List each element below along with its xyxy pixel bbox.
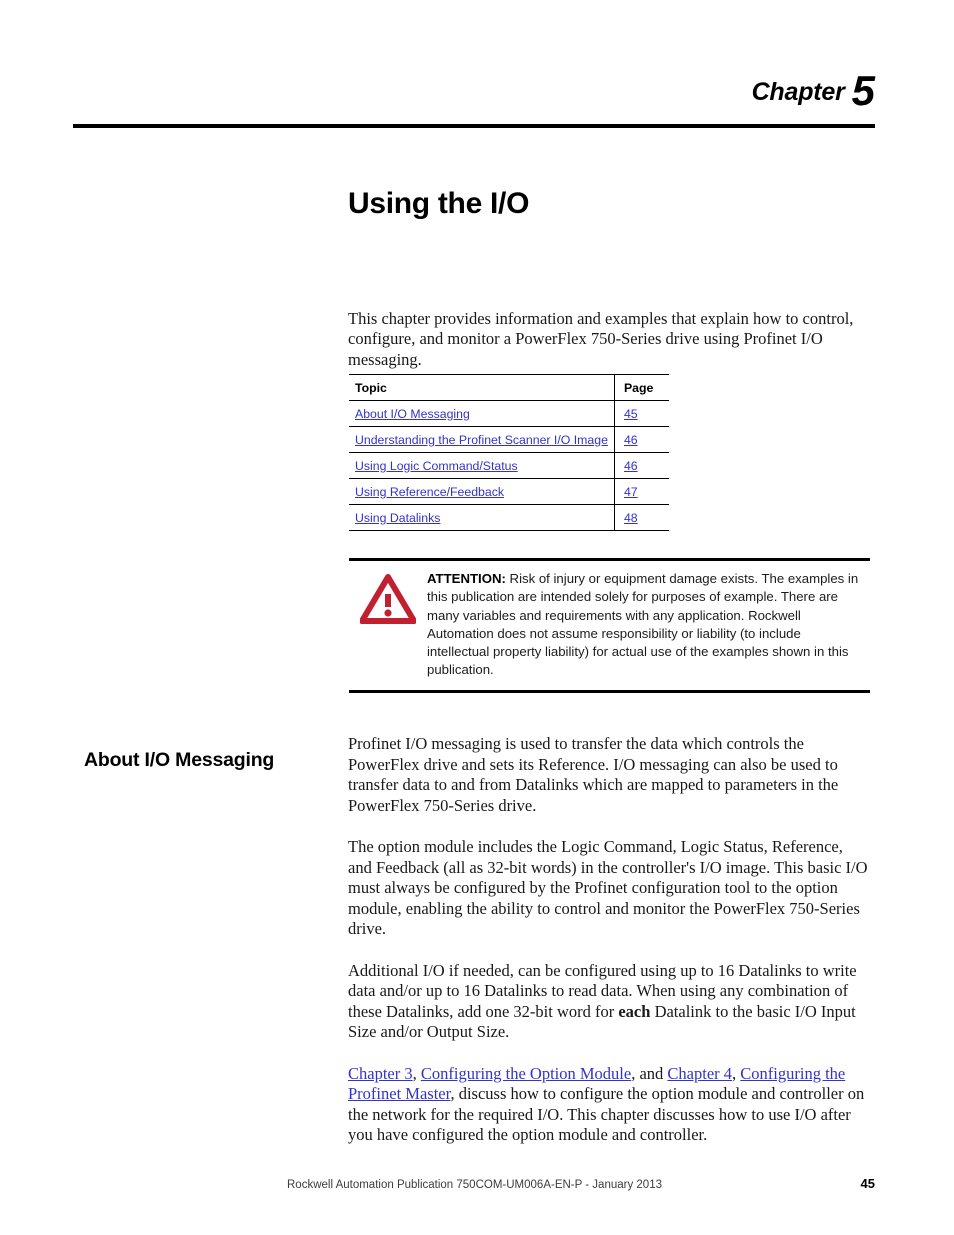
page-footer: Rockwell Automation Publication 750COM-U…: [287, 1176, 875, 1191]
topic-link[interactable]: Understanding the Profinet Scanner I/O I…: [355, 433, 608, 447]
paragraph-3-emphasis: each: [618, 1001, 651, 1021]
chapter-number: 5: [851, 67, 875, 114]
intro-paragraph: This chapter provides information and ex…: [348, 308, 854, 369]
paragraph-4-sep-1: ,: [412, 1063, 421, 1083]
table-row: Using Reference/Feedback 47: [349, 478, 669, 505]
table-row: Understanding the Profinet Scanner I/O I…: [349, 426, 669, 453]
page-link[interactable]: 46: [624, 459, 638, 473]
body-paragraph-1: Profinet I/O messaging is used to transf…: [348, 734, 839, 815]
page-link[interactable]: 46: [624, 433, 638, 447]
table-row: About I/O Messaging 45: [349, 400, 669, 427]
attention-label: ATTENTION:: [427, 571, 506, 586]
chapter-label: Chapter: [751, 78, 845, 106]
page-link[interactable]: 45: [624, 407, 638, 421]
topic-link[interactable]: About I/O Messaging: [355, 407, 470, 421]
topic-link[interactable]: Using Reference/Feedback: [355, 485, 504, 499]
paragraph-4-sep-2: , and: [631, 1063, 668, 1083]
topic-link[interactable]: Using Logic Command/Status: [355, 459, 518, 473]
cross-reference-link-configuring-option-module[interactable]: Configuring the Option Module: [421, 1064, 631, 1083]
page-link[interactable]: 47: [624, 485, 638, 499]
attention-callout: ATTENTION: Risk of injury or equipment d…: [349, 558, 870, 693]
body-paragraph-2: The option module includes the Logic Com…: [348, 837, 868, 938]
topic-page-table: Topic Page About I/O Messaging 45 Unders…: [349, 374, 669, 531]
document-page: Chapter 5 Using the I/O This chapter prov…: [0, 0, 954, 1235]
body-paragraph-4: Chapter 3, Configuring the Option Module…: [348, 1064, 870, 1146]
footer-page-number: 45: [860, 1176, 875, 1191]
section-body: Profinet I/O messaging is used to transf…: [348, 734, 870, 1146]
header-rule: [73, 124, 875, 128]
table-row: Using Logic Command/Status 46: [349, 452, 669, 479]
table-header-row: Topic Page: [349, 374, 669, 401]
page-link[interactable]: 48: [624, 511, 638, 525]
cross-reference-link-chapter-3[interactable]: Chapter 3: [348, 1064, 413, 1083]
footer-publication-text: Rockwell Automation Publication 750COM-U…: [287, 1179, 662, 1191]
table-row: Using Datalinks 48: [349, 504, 669, 531]
cross-reference-link-chapter-4[interactable]: Chapter 4: [667, 1064, 732, 1083]
column-header-topic: Topic: [349, 374, 615, 401]
chapter-header: Chapter 5: [73, 62, 875, 114]
section-heading-about-io-messaging: About I/O Messaging: [84, 749, 275, 772]
column-header-page: Page: [613, 374, 669, 401]
warning-triangle-icon: [349, 570, 427, 624]
page-title: Using the I/O: [348, 187, 530, 221]
body-paragraph-3: Additional I/O if needed, can be configu…: [348, 961, 870, 1043]
topic-link[interactable]: Using Datalinks: [355, 511, 440, 525]
attention-message: Risk of injury or equipment damage exist…: [427, 571, 859, 678]
attention-text: ATTENTION: Risk of injury or equipment d…: [427, 570, 870, 680]
